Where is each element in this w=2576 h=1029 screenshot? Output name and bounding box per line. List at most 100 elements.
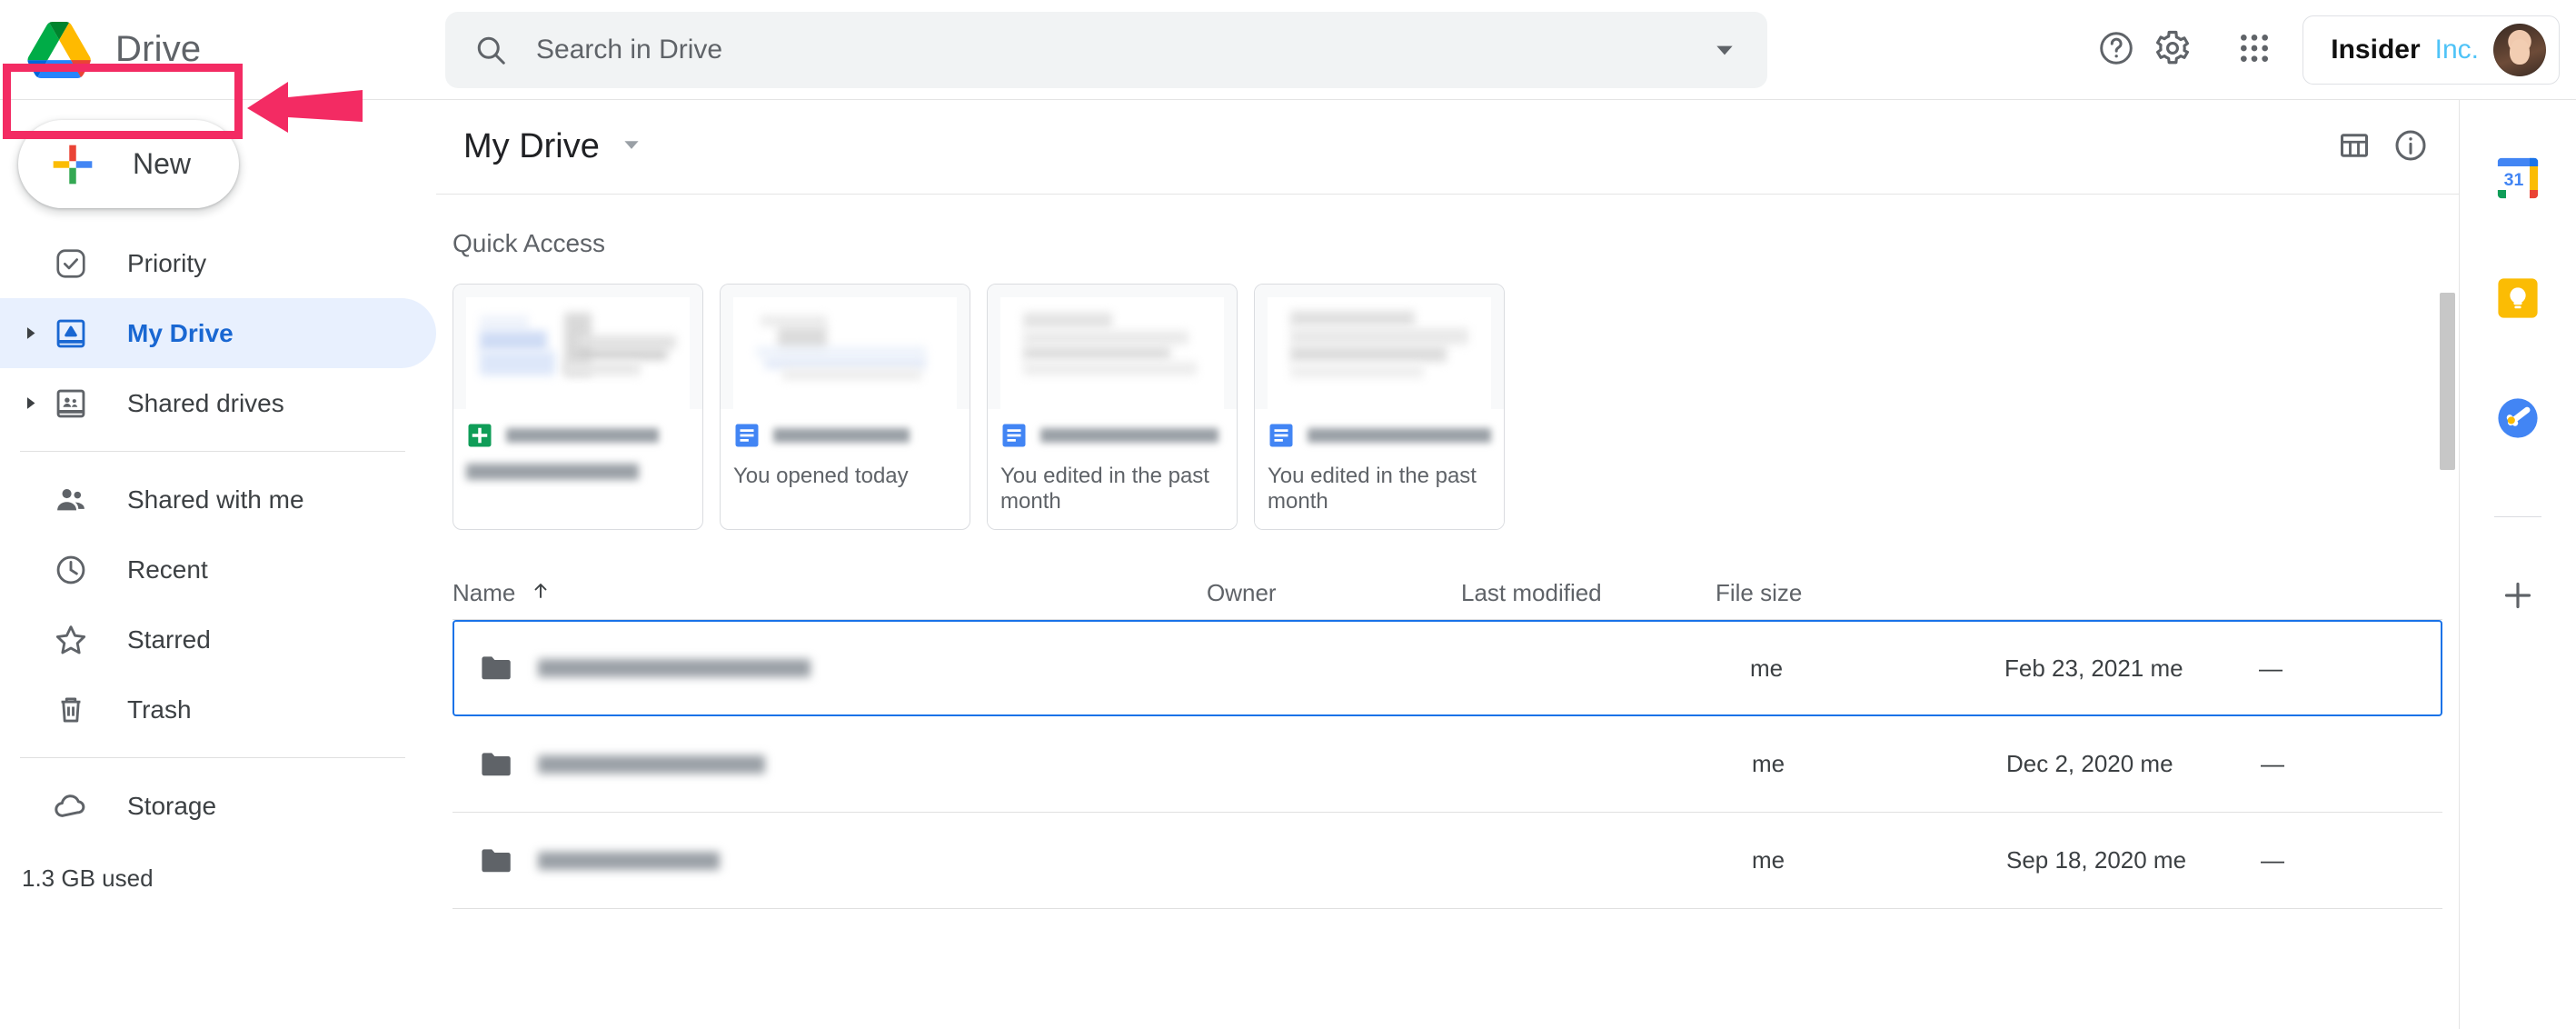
google-docs-icon [733,422,761,449]
shared-drives-icon [47,386,94,421]
sidebar-item-label: Shared drives [127,388,284,417]
breadcrumb[interactable]: My Drive [453,122,654,172]
row-name-redacted [538,754,765,774]
row-last-modified: Sep 18, 2020 me [2006,846,2187,874]
google-tasks-button[interactable] [2486,387,2550,451]
quick-access-title: Quick Access [453,229,606,257]
row-last-modified: Feb 23, 2021 me [2004,654,2183,682]
row-name-redacted [538,851,720,870]
svg-text:31: 31 [2504,169,2524,189]
search-icon [474,34,507,66]
google-docs-icon [1268,422,1295,449]
card-meta: You edited in the past month [1255,409,1504,529]
star-icon [47,622,94,658]
table-row[interactable]: me Dec 2, 2020 me — [453,716,2442,813]
quick-access-card[interactable]: You edited in the past month [987,284,1238,530]
file-list-header: Name Owner Last modified File size [453,566,2442,619]
sidebar-item-label: Trash [127,694,192,724]
gear-icon [2153,29,2192,70]
row-name-redacted [538,659,811,677]
sidebar-item-shared-drives[interactable]: Shared drives [0,368,436,438]
cloud-icon [47,788,94,824]
sidebar-item-recent[interactable]: Recent [0,534,436,604]
google-keep-icon [2496,276,2540,323]
card-file-name-redacted [773,428,910,443]
grid-view-button[interactable] [2326,119,2382,175]
search-options-chevron-down-icon[interactable] [1713,38,1736,62]
row-owner: me [1752,750,1785,777]
google-drive-logo-icon [27,21,91,78]
side-panel: 31 [2459,100,2576,1029]
search-bar[interactable] [445,11,1767,88]
folder-icon [480,654,512,682]
card-thumbnail [988,285,1237,409]
top-bar-actions: Insider Inc. [1767,15,2576,85]
my-drive-icon [47,316,94,351]
column-header-file-size[interactable]: File size [1716,579,1897,607]
avatar[interactable] [2493,23,2546,76]
row-file-size: — [2261,750,2284,777]
column-header-owner[interactable]: Owner [1207,579,1461,607]
sidebar-item-starred[interactable]: Starred [0,604,436,674]
drive-brand[interactable]: Drive [0,21,445,78]
new-button-label: New [133,147,192,180]
sidebar-item-label: Starred [127,624,211,654]
grid-view-icon [2338,129,2371,165]
page-title: My Drive [463,127,600,165]
new-button[interactable]: New [18,120,239,208]
table-row[interactable]: me Feb 23, 2021 me — [453,620,2442,716]
quick-access-card[interactable]: You opened today [720,284,970,530]
add-app-button[interactable] [2486,564,2550,628]
row-file-size: — [2259,654,2283,682]
google-tasks-icon [2496,396,2540,443]
product-title: Drive [115,29,202,69]
sidebar-item-trash[interactable]: Trash [0,674,436,744]
check-circle-icon [47,246,94,281]
sidebar-item-storage[interactable]: Storage [0,771,436,841]
main-content: My Drive Quick Access You opened today Y… [436,100,2459,1029]
expand-caret-icon[interactable] [16,325,44,341]
info-circle-icon [2392,127,2429,166]
google-apps-button[interactable] [2226,22,2283,78]
column-header-last-modified[interactable]: Last modified [1461,579,1716,607]
help-button[interactable] [2088,22,2144,78]
sidebar-divider [20,757,405,758]
search-input[interactable] [536,34,1713,65]
card-subtitle-redacted [466,464,639,480]
card-meta: You edited in the past month [988,409,1237,529]
sidebar-item-label: Shared with me [127,485,304,514]
card-subtitle: You opened today [733,464,909,488]
quick-access-card[interactable]: You edited in the past month [1254,284,1505,530]
expand-caret-icon[interactable] [16,395,44,411]
top-bar: Drive Search in Drive Insider Inc. [0,0,2576,100]
table-row[interactable]: me Sep 18, 2020 me — [453,813,2442,909]
vertical-scrollbar[interactable] [2437,291,2457,1029]
drive-content: Quick Access You opened today You edited… [436,195,2459,1029]
quick-access-card[interactable] [453,284,703,530]
account-switcher[interactable]: Insider Inc. [2302,15,2560,85]
folder-icon [480,751,512,778]
apps-grid-icon [2236,30,2273,69]
details-button[interactable] [2382,119,2439,175]
sidebar-item-shared-with-me[interactable]: Shared with me [0,465,436,534]
card-file-name-redacted [1040,428,1218,443]
sidebar: New Priority My Drive Shared drives Shar… [0,100,436,1029]
sidebar-item-priority[interactable]: Priority [0,228,436,298]
sidebar-item-label: Storage [127,791,217,820]
card-meta [453,409,702,495]
card-thumbnail [453,285,702,409]
sidebar-item-label: My Drive [127,318,234,347]
google-calendar-button[interactable]: 31 [2486,147,2550,211]
google-keep-button[interactable] [2486,267,2550,331]
row-file-size: — [2261,846,2284,874]
sort-arrow-up-icon [530,580,552,606]
sidebar-item-label: Priority [127,248,207,277]
help-question-icon [2097,29,2135,70]
breadcrumb-chevron-down-icon[interactable] [620,133,643,161]
scrollbar-thumb[interactable] [2440,293,2455,470]
column-header-name[interactable]: Name [453,579,1207,607]
card-subtitle: You edited in the past month [1000,464,1209,514]
sidebar-item-my-drive[interactable]: My Drive [0,298,436,368]
google-calendar-icon: 31 [2494,155,2541,205]
settings-button[interactable] [2144,22,2201,78]
